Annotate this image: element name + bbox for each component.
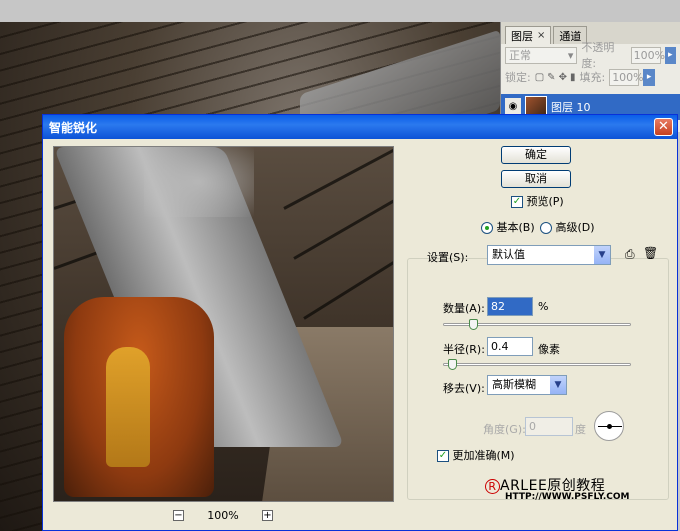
preview-smoke <box>144 147 254 217</box>
amount-unit: % <box>538 300 549 313</box>
tab-layers[interactable]: 图层 × <box>505 26 552 44</box>
preview-checkbox[interactable]: ✓ <box>511 196 523 208</box>
lock-all-icon[interactable]: ▮ <box>570 72 576 83</box>
more-accurate-checkbox[interactable]: ✓ <box>437 450 449 462</box>
zoom-in-button[interactable]: + <box>261 509 273 521</box>
preview-image[interactable] <box>53 146 394 502</box>
lock-brush-icon[interactable]: ✎ <box>547 72 555 83</box>
angle-dial[interactable] <box>594 411 624 441</box>
radius-slider-track[interactable] <box>443 363 631 366</box>
remove-select[interactable]: 高斯模糊 ▼ <box>487 375 567 395</box>
opacity-arrow-icon[interactable]: ▸ <box>664 46 676 64</box>
zoom-value: 100% <box>207 508 239 522</box>
watermark-url: HTTP://WWW.PSFLY.COM <box>505 492 630 502</box>
settings-label: 设置(S): <box>427 251 469 264</box>
angle-label: 角度(G): <box>483 423 526 436</box>
lock-row: 锁定: ▢ ✎ ✥ ▮ 填充: 100% ▸ <box>501 66 680 88</box>
fill-label: 填充: <box>579 71 606 84</box>
zoom-out-button[interactable]: − <box>173 509 184 521</box>
amount-input[interactable]: 82 <box>487 297 533 316</box>
lock-label: 锁定: <box>505 71 531 84</box>
settings-select[interactable]: 默认值 ▼ <box>487 245 611 265</box>
chevron-down-icon: ▼ <box>550 376 566 394</box>
close-icon[interactable]: × <box>537 30 545 41</box>
mode-basic-label: 基本(B) <box>496 221 535 234</box>
fill-input[interactable]: 100% <box>609 68 644 86</box>
tab-channels-label: 通道 <box>559 29 582 43</box>
amount-slider-thumb[interactable] <box>469 319 479 330</box>
more-accurate-label: 更加准确(M) <box>452 449 515 462</box>
lock-transparent-icon[interactable]: ▢ <box>535 72 544 83</box>
radius-input[interactable]: 0.4 <box>487 337 533 356</box>
preview-track <box>283 147 393 210</box>
angle-unit: 度 <box>575 423 586 436</box>
mode-basic-row[interactable]: 基本(B) <box>481 219 535 235</box>
delete-preset-icon[interactable]: 🗑 <box>643 246 658 260</box>
tab-layers-label: 图层 <box>511 29 533 43</box>
mode-advanced-row[interactable]: 高级(D) <box>540 219 595 235</box>
preview-label: 预览(P) <box>526 195 564 208</box>
dialog-close-button[interactable]: ✕ <box>654 118 673 136</box>
layer-name: 图层 10 <box>551 101 591 114</box>
mode-advanced-radio[interactable] <box>540 222 552 234</box>
workspace-top-bar <box>0 0 680 22</box>
angle-input[interactable]: 0 <box>525 417 573 436</box>
save-preset-icon[interactable]: ⎙ <box>625 247 635 262</box>
cancel-button[interactable]: 取消 <box>501 170 571 188</box>
lock-icons: ▢ ✎ ✥ ▮ <box>535 72 576 83</box>
fill-arrow-icon[interactable]: ▸ <box>643 68 656 86</box>
registered-icon: R <box>485 479 500 494</box>
remove-value: 高斯模糊 <box>492 378 536 391</box>
opacity-input[interactable]: 100% <box>630 46 665 64</box>
preview-checkbox-row[interactable]: ✓ 预览(P) <box>511 193 564 209</box>
zoom-bar: − 100% + <box>173 507 273 523</box>
blend-row: 正常 不透明度: 100% ▸ <box>501 41 680 70</box>
opacity-label: 不透明度: <box>581 41 615 70</box>
amount-label: 数量(A): <box>443 302 485 315</box>
preview-track <box>293 177 393 260</box>
mode-advanced-label: 高级(D) <box>555 221 595 234</box>
dialog-titlebar[interactable]: 智能锐化 ✕ <box>43 115 677 139</box>
radius-unit: 像素 <box>538 343 560 356</box>
more-accurate-row[interactable]: ✓ 更加准确(M) <box>437 447 515 463</box>
preview-locomotive-nose <box>106 347 150 467</box>
remove-label: 移去(V): <box>443 382 485 395</box>
radius-label: 半径(R): <box>443 343 485 356</box>
lock-move-icon[interactable]: ✥ <box>559 72 567 83</box>
settings-value: 默认值 <box>492 248 525 261</box>
chevron-down-icon: ▼ <box>594 246 610 264</box>
mode-basic-radio[interactable] <box>481 222 493 234</box>
smart-sharpen-dialog: 智能锐化 ✕ − 100% + 确定 取消 ✓ 预览(P) 基本(B) 高级(D… <box>42 114 678 531</box>
dialog-title: 智能锐化 <box>49 120 98 135</box>
ok-button[interactable]: 确定 <box>501 146 571 164</box>
blend-mode-select[interactable]: 正常 <box>505 46 578 64</box>
